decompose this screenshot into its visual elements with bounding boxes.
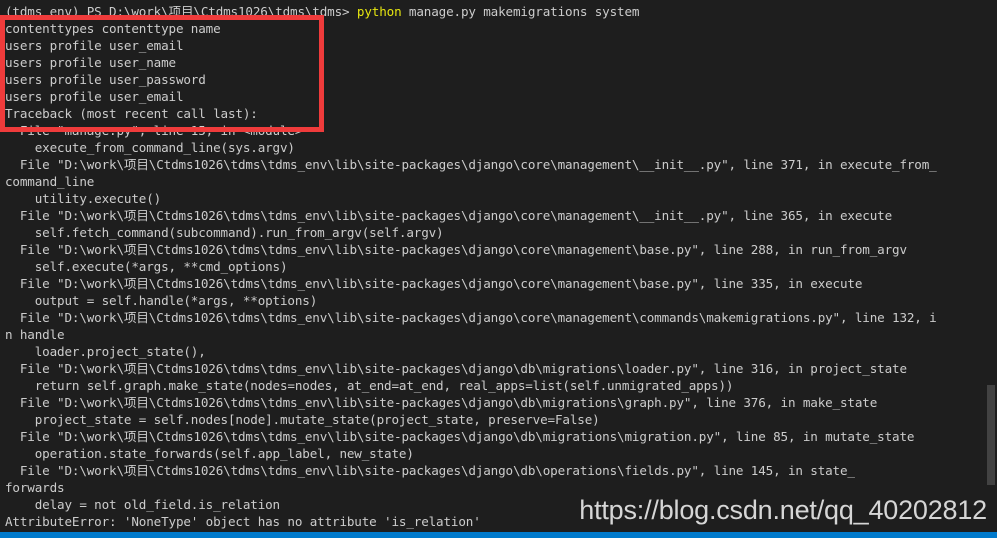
traceback-line: File "D:\work\项目\Ctdms1026\tdms\tdms_env… bbox=[5, 242, 907, 257]
output-line: users profile user_email bbox=[5, 38, 184, 53]
traceback-line: File "D:\work\项目\Ctdms1026\tdms\tdms_env… bbox=[5, 208, 893, 223]
terminal-panel[interactable]: (tdms_env) PS D:\work\项目\Ctdms1026\tdms\… bbox=[0, 0, 985, 532]
traceback-line: output = self.handle(*args, **options) bbox=[5, 293, 318, 308]
output-line: users profile user_name bbox=[5, 55, 176, 70]
output-line: users profile user_password bbox=[5, 72, 206, 87]
traceback-line: File "manage.py", line 15, in <module> bbox=[5, 123, 303, 138]
prompt-line: (tdms_env) PS D:\work\项目\Ctdms1026\tdms\… bbox=[5, 3, 937, 20]
command-program: python bbox=[356, 4, 402, 19]
traceback-line: forwards bbox=[5, 480, 65, 495]
scrollbar-thumb[interactable] bbox=[987, 385, 995, 485]
traceback-line: operation.state_forwards(self.app_label,… bbox=[5, 446, 414, 461]
terminal-scrollbar[interactable] bbox=[985, 0, 997, 532]
traceback-line: File "D:\work\项目\Ctdms1026\tdms\tdms_env… bbox=[5, 276, 863, 291]
watermark: https://blog.csdn.net/qq_40202812 bbox=[579, 495, 987, 525]
traceback-line: return self.graph.make_state(nodes=nodes… bbox=[5, 378, 734, 393]
traceback-line: loader.project_state(), bbox=[5, 344, 206, 359]
traceback-line: File "D:\work\项目\Ctdms1026\tdms\tdms_env… bbox=[5, 310, 937, 325]
traceback-line: self.execute(*args, **cmd_options) bbox=[5, 259, 288, 274]
traceback-line: project_state = self.nodes[node].mutate_… bbox=[5, 412, 600, 427]
terminal-output: (tdms_env) PS D:\work\项目\Ctdms1026\tdms\… bbox=[5, 3, 937, 530]
traceback-line: execute_from_command_line(sys.argv) bbox=[5, 140, 295, 155]
traceback-line: File "D:\work\项目\Ctdms1026\tdms\tdms_env… bbox=[5, 395, 878, 410]
traceback-line: File "D:\work\项目\Ctdms1026\tdms\tdms_env… bbox=[5, 429, 915, 444]
output-line: users profile user_email bbox=[5, 89, 184, 104]
traceback-line: File "D:\work\项目\Ctdms1026\tdms\tdms_env… bbox=[5, 361, 907, 376]
traceback-line: n handle bbox=[5, 327, 65, 342]
traceback-line: utility.execute() bbox=[5, 191, 162, 206]
traceback-line: File "D:\work\项目\Ctdms1026\tdms\tdms_env… bbox=[5, 463, 855, 478]
traceback-header: Traceback (most recent call last): bbox=[5, 106, 258, 121]
status-bar bbox=[0, 532, 997, 538]
command-args: manage.py makemigrations system bbox=[401, 4, 640, 19]
traceback-line: command_line bbox=[5, 174, 95, 189]
output-line: contenttypes contenttype name bbox=[5, 21, 221, 36]
traceback-line: File "D:\work\项目\Ctdms1026\tdms\tdms_env… bbox=[5, 157, 937, 172]
traceback-line: self.fetch_command(subcommand).run_from_… bbox=[5, 225, 444, 240]
prompt-text: (tdms_env) PS D:\work\项目\Ctdms1026\tdms\… bbox=[5, 4, 357, 19]
